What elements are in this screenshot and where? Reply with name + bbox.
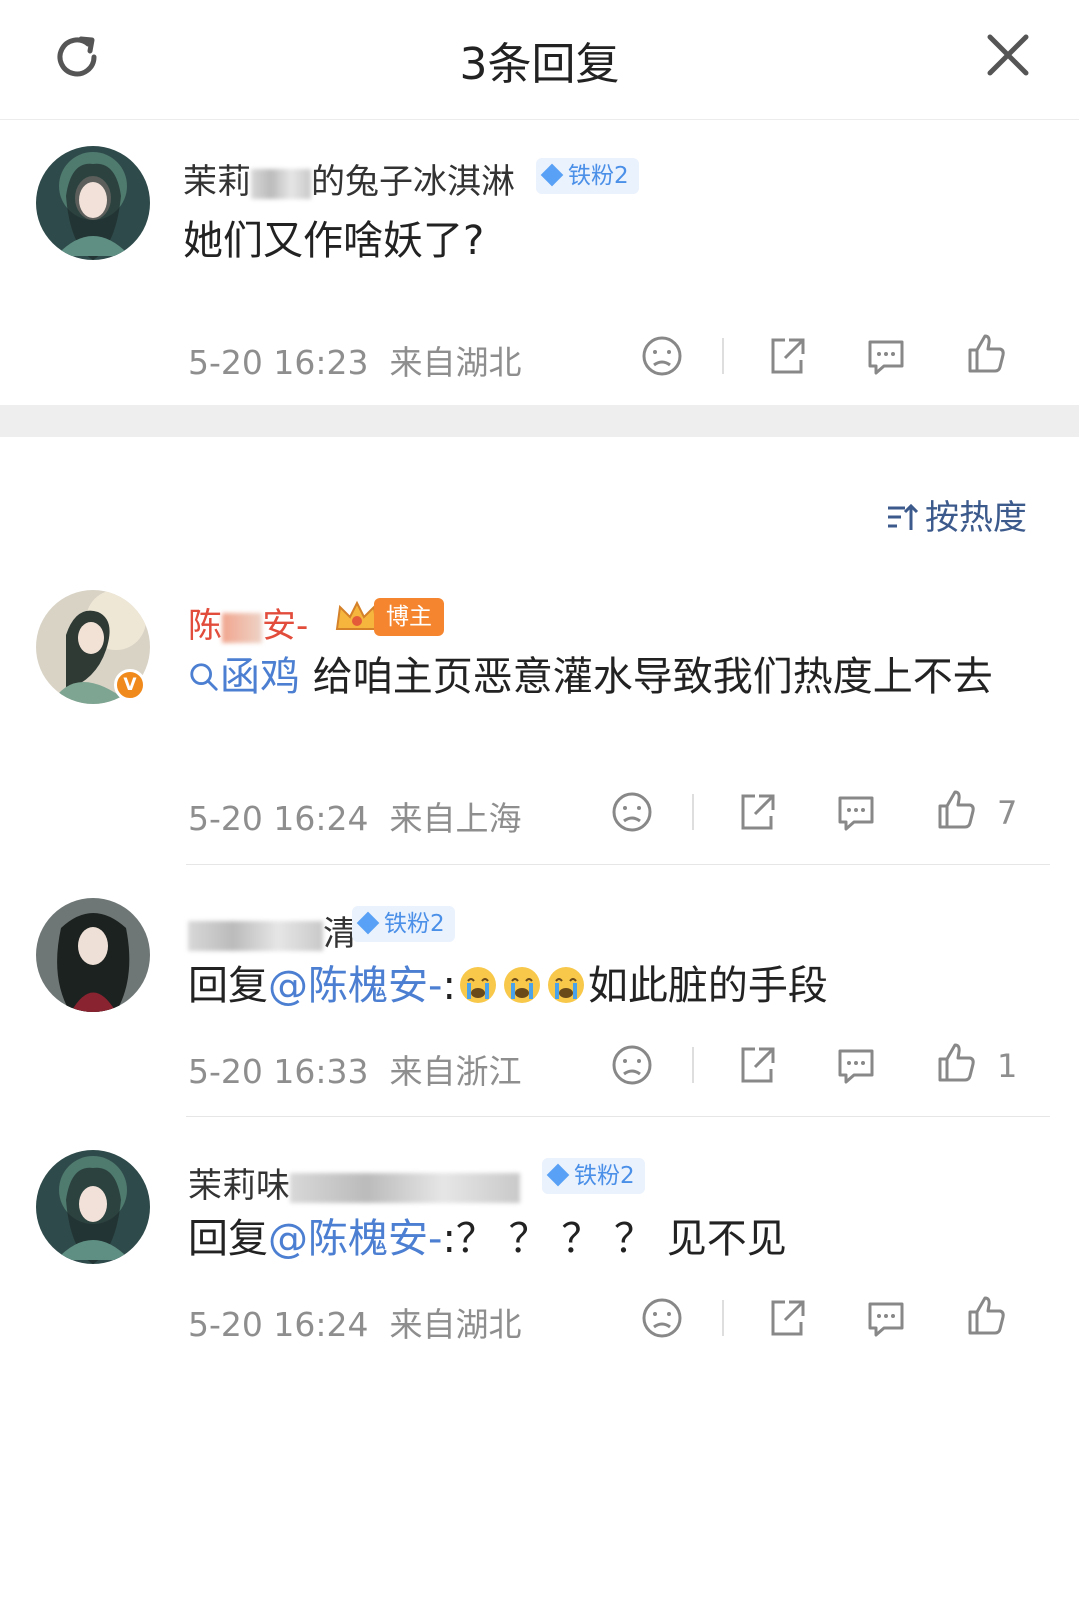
comment-icon[interactable] [834,1043,878,1087]
divider [692,1047,694,1083]
avatar[interactable] [36,898,150,1012]
comment-meta: 5-20 16:24 来自上海 [188,792,521,840]
username-tail: 的兔子冰淇淋 [311,162,515,202]
divider [186,864,1050,865]
sort-toggle[interactable]: 按热度 [885,490,1027,539]
comment-meta: 5-20 16:23 来自湖北 [188,336,521,384]
divider [722,338,724,374]
comment-text: 回复@陈槐安-: 如此脏的手段 [188,955,1028,1017]
redacted-text [188,920,323,951]
location: 来自上海 [389,799,522,838]
section-separator [0,405,1079,437]
search-keyword: 函鸡 [220,654,300,700]
like-count: 1 [997,1047,1018,1085]
username-tail: 安- [262,606,309,646]
page-title: 3条回复 [459,39,620,90]
search-link[interactable]: 函鸡 [188,654,300,700]
comment-icon[interactable] [834,790,878,834]
diamond-icon [356,911,380,934]
like-icon[interactable] [934,788,978,832]
username[interactable]: 清 [188,906,357,955]
like-icon[interactable] [964,332,1008,376]
timestamp: 5-20 16:23 [188,343,369,382]
like-icon[interactable] [934,1041,978,1085]
fan-badge: 铁粉2 [352,906,455,942]
share-icon[interactable] [735,790,779,834]
redacted-text [290,1172,520,1203]
reply-header: 3条回复 [0,0,1079,120]
reply-body: 给咱主页恶意灌水导致我们热度上不去 [312,654,993,700]
location: 来自湖北 [389,343,522,382]
comment-text: 回复@陈槐安-:？ ？ ？ ？ 见不见 [188,1208,1028,1270]
username-text: 茉莉味 [188,1166,290,1206]
comment-meta: 5-20 16:33 来自浙江 [188,1045,521,1093]
fan-badge-label: 铁粉2 [574,1163,635,1189]
location: 来自湖北 [389,1305,522,1344]
dislike-icon[interactable] [610,1043,654,1087]
redacted-text [251,168,311,199]
share-icon[interactable] [735,1043,779,1087]
reply-prefix: 回复 [188,1216,268,1262]
reply-colon: : [442,963,456,1009]
reply-body: :？ ？ ？ ？ 见不见 [442,1216,787,1262]
mention-link[interactable]: @陈槐安- [268,963,442,1009]
comment-icon[interactable] [864,334,908,378]
dislike-icon[interactable] [640,334,684,378]
share-icon[interactable] [765,334,809,378]
crying-emoji [547,967,584,1003]
fan-badge-label: 铁粉2 [568,163,629,189]
diamond-icon [546,1163,570,1186]
username[interactable]: 茉莉 的兔子冰淇淋 [183,154,515,203]
dislike-icon[interactable] [610,790,654,834]
fan-badge: 铁粉2 [536,158,639,194]
avatar[interactable] [36,1150,150,1264]
reply-body: 如此脏的手段 [587,963,828,1009]
redacted-text [222,612,262,643]
divider [186,1116,1050,1117]
username[interactable]: 陈安- [188,598,308,647]
fan-badge-label: 铁粉2 [384,911,445,937]
username-text: 茉莉 [183,162,251,202]
mention-link[interactable]: @陈槐安- [268,1216,442,1262]
search-icon [190,663,218,691]
username-text: 陈 [188,606,222,646]
like-icon[interactable] [964,1294,1008,1338]
timestamp: 5-20 16:33 [188,1052,369,1091]
crying-emoji [503,967,540,1003]
divider [722,1300,724,1336]
username[interactable]: 茉莉味 [188,1158,520,1207]
sort-label: 按热度 [925,498,1027,538]
like-count: 7 [997,794,1018,832]
comment-text: 函鸡 给咱主页恶意灌水导致我们热度上不去 [188,646,1018,708]
timestamp: 5-20 16:24 [188,1305,369,1344]
fan-badge: 铁粉2 [542,1158,645,1194]
share-icon[interactable] [765,1296,809,1340]
avatar[interactable] [36,146,150,260]
reply-prefix: 回复 [188,963,268,1009]
sort-icon [888,503,919,530]
close-icon[interactable] [985,32,1031,78]
blogger-badge: 博主 [374,598,444,636]
diamond-icon [540,163,564,186]
location: 来自浙江 [389,1052,522,1091]
crying-emoji [459,967,496,1003]
timestamp: 5-20 16:24 [188,799,369,838]
comment-text: 她们又作啥妖了? [183,218,485,264]
comment-icon[interactable] [864,1296,908,1340]
verified-badge: V [114,669,146,701]
comment-meta: 5-20 16:24 来自湖北 [188,1298,521,1346]
divider [692,794,694,830]
dislike-icon[interactable] [640,1296,684,1340]
